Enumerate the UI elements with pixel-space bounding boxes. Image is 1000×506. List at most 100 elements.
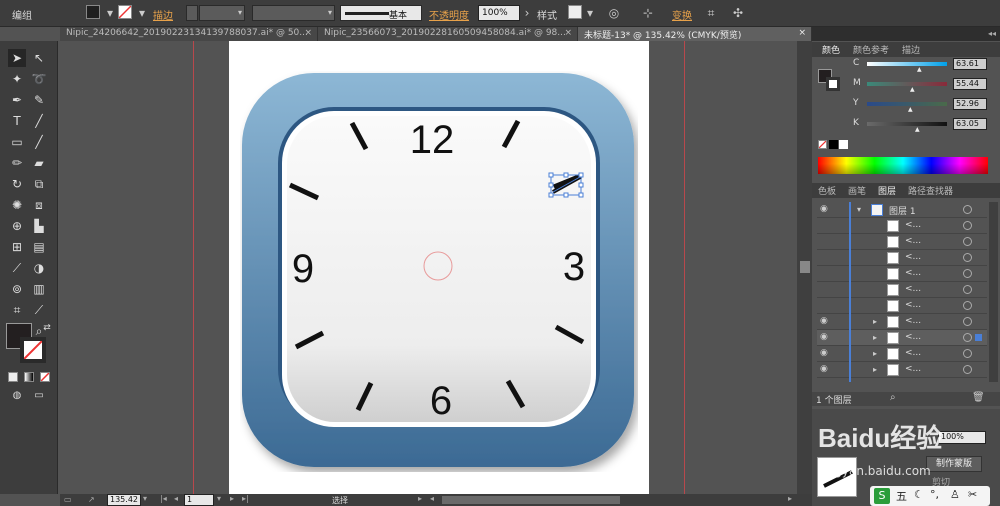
screen-mode-icon[interactable]: ▭ xyxy=(30,387,48,405)
first-artboard-icon[interactable]: |◂ xyxy=(160,494,167,503)
channel-c-slider[interactable] xyxy=(867,62,947,66)
blend-icon[interactable]: ◑ xyxy=(30,259,48,277)
warp-icon[interactable]: ✺ xyxy=(8,196,26,214)
fill-swatch[interactable] xyxy=(86,5,100,19)
channel-m-value[interactable]: 55.44 xyxy=(953,78,987,90)
scroll-left-icon[interactable]: ◂ xyxy=(430,494,434,503)
target-icon[interactable] xyxy=(963,365,972,374)
sublayer-row-9[interactable]: ◉ ▸ <... xyxy=(817,346,987,362)
channel-c-value[interactable]: 63.61 xyxy=(953,58,987,70)
color-stroke-preview[interactable] xyxy=(826,77,840,91)
ime-mode-icon[interactable]: 五 xyxy=(896,488,907,504)
direct-selection-icon[interactable]: ↖ xyxy=(30,49,48,67)
style-menu-icon[interactable]: ▾ xyxy=(582,5,598,21)
tab-layers[interactable]: 图层 xyxy=(878,184,896,197)
sublayer-row-3[interactable]: <... xyxy=(817,250,987,266)
target-icon[interactable] xyxy=(963,269,972,278)
line-tool-icon[interactable]: ╱ xyxy=(30,112,48,130)
channel-m-slider[interactable] xyxy=(867,82,947,86)
share-icon[interactable]: ↗ xyxy=(88,495,102,505)
slice-tool-icon[interactable]: ⟋ xyxy=(30,301,48,319)
opacity-arrow-icon[interactable]: › xyxy=(519,5,535,21)
color-spectrum[interactable] xyxy=(818,157,988,174)
channel-y-slider[interactable] xyxy=(867,102,947,106)
zoom-field[interactable]: 135.42 xyxy=(107,494,141,506)
close-icon[interactable]: × xyxy=(304,28,312,38)
stroke-label[interactable]: 描边 xyxy=(153,7,173,22)
mesh-icon[interactable]: ⊞ xyxy=(8,238,26,256)
column-graph-icon[interactable]: ▥ xyxy=(30,280,48,298)
black-swatch[interactable] xyxy=(829,140,838,149)
gradient-icon[interactable]: ▤ xyxy=(30,238,48,256)
eye-icon[interactable]: ◉ xyxy=(820,204,832,216)
tab-brushes[interactable]: 画笔 xyxy=(848,184,866,197)
layer-target-icon[interactable] xyxy=(963,205,972,214)
rectangle-tool-icon[interactable]: ▭ xyxy=(8,133,26,151)
shape-builder-icon[interactable]: ⊕ xyxy=(8,217,26,235)
layer-name[interactable]: 图层 1 xyxy=(889,204,916,217)
tab-swatches[interactable]: 色板 xyxy=(818,184,836,197)
eye-icon[interactable]: ◉ xyxy=(820,364,832,376)
target-icon[interactable] xyxy=(963,237,972,246)
target-icon[interactable] xyxy=(963,221,972,230)
color-mode-icon[interactable] xyxy=(8,372,18,382)
eye-icon[interactable]: ◉ xyxy=(820,348,832,360)
none-mode-icon[interactable] xyxy=(40,372,50,382)
style-swatch[interactable] xyxy=(568,5,582,19)
stroke-weight-stepper[interactable] xyxy=(186,5,198,21)
type-tool-icon[interactable]: T xyxy=(8,112,26,130)
sublayer-row-1[interactable]: <... xyxy=(817,218,987,234)
ime-moon-icon[interactable]: ☾ xyxy=(914,488,924,501)
zoom-menu-icon[interactable]: ▾ xyxy=(143,494,147,503)
perspective-grid-icon[interactable]: ▙ xyxy=(30,217,48,235)
align-icon[interactable]: ⊹ xyxy=(640,5,656,21)
layers-scrollbar[interactable] xyxy=(989,202,998,382)
channel-y-value[interactable]: 52.96 xyxy=(953,98,987,110)
doc-tab-3[interactable]: 未标题-13* @ 135.42% (CMYK/预览) × xyxy=(578,27,812,41)
target-icon[interactable] xyxy=(963,253,972,262)
swap-colors-icon[interactable]: ⇄ xyxy=(38,319,56,337)
ime-toolbar[interactable]: S 五 ☾ °, ♙ ✂ xyxy=(870,486,990,506)
horizontal-scroll-track[interactable] xyxy=(442,496,620,504)
ime-user-icon[interactable]: ♙ xyxy=(950,488,960,501)
recolor-icon[interactable]: ◎ xyxy=(606,5,622,21)
scale-icon[interactable]: ⧉ xyxy=(30,175,48,193)
status-arrow-icon[interactable]: ▸ xyxy=(418,494,422,503)
layer-row-top[interactable]: ◉ ▾ 图层 1 xyxy=(817,202,987,218)
vertical-scrollbar[interactable] xyxy=(797,41,812,494)
fill-menu-icon[interactable]: ▾ xyxy=(102,5,118,21)
channel-c-thumb[interactable]: ▲ xyxy=(917,66,922,73)
doc-tab-2[interactable]: Nipic_23566073_20190228160509458084.ai* … xyxy=(318,27,578,41)
sublayer-row-4[interactable]: <... xyxy=(817,266,987,282)
brush-profile-dropdown[interactable]: 基本 xyxy=(340,5,422,21)
stroke-menu-icon[interactable]: ▾ xyxy=(134,5,150,21)
sublayer-row-8[interactable]: ◉ ▸ <... xyxy=(817,330,987,346)
eye-icon[interactable]: ◉ xyxy=(820,332,832,344)
pencil-icon[interactable]: ✏ xyxy=(8,154,26,172)
ime-skin-icon[interactable]: ✂ xyxy=(968,488,977,501)
symbol-sprayer-icon[interactable]: ⊚ xyxy=(8,280,26,298)
prev-artboard-icon[interactable]: ◂ xyxy=(174,494,178,503)
channel-m-thumb[interactable]: ▲ xyxy=(910,86,915,93)
transform-label[interactable]: 变换 xyxy=(672,7,692,22)
target-icon[interactable] xyxy=(963,285,972,294)
collapse-icon[interactable]: ◂◂ xyxy=(988,29,996,38)
isolate-icon[interactable]: ⌗ xyxy=(703,5,719,21)
opacity-field[interactable]: 100% xyxy=(478,5,520,21)
draw-mode-icon[interactable]: ◍ xyxy=(8,387,26,405)
stroke-swatch[interactable] xyxy=(118,5,132,19)
page-menu-icon[interactable]: ▾ xyxy=(217,494,221,503)
arrange-icon[interactable]: ✣ xyxy=(730,5,746,21)
stroke-color-box[interactable] xyxy=(20,337,46,363)
channel-k-slider[interactable] xyxy=(867,122,947,126)
close-icon[interactable]: × xyxy=(564,28,572,38)
expand-icon[interactable]: ▸ xyxy=(873,349,877,358)
eraser-icon[interactable]: ▰ xyxy=(30,154,48,172)
sublayer-row-2[interactable]: <... xyxy=(817,234,987,250)
page-field[interactable]: 1 xyxy=(184,494,214,506)
gradient-mode-icon[interactable] xyxy=(24,372,34,382)
expand-icon[interactable]: ▾ xyxy=(857,205,861,214)
vertical-scroll-thumb[interactable] xyxy=(800,261,810,273)
eyedropper-icon[interactable]: ⟋ xyxy=(8,259,26,277)
close-icon[interactable]: × xyxy=(798,28,806,38)
